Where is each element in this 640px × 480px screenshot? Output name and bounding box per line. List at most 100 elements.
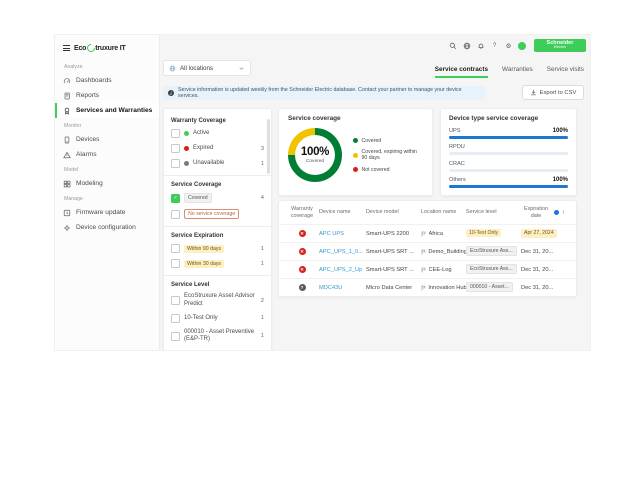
bar-percent: 100% xyxy=(553,177,568,183)
device-name-link[interactable]: APC_UPS_1_0... xyxy=(319,249,366,255)
warranty-expired-icon: ✕ xyxy=(299,230,306,237)
filter-option-expired[interactable]: Expired 3 xyxy=(171,144,264,153)
device-name-link[interactable]: MDC43U xyxy=(319,285,366,291)
legend-label: Covered xyxy=(362,138,382,144)
table-row[interactable]: ? MDC43U Micro Data Center Innovation Hu… xyxy=(279,278,576,296)
location-icon xyxy=(421,267,426,273)
sidebar-item-device-configuration[interactable]: Device configuration xyxy=(55,220,159,235)
modeling-grid-icon xyxy=(63,180,71,188)
filter-option-no-service-coverage[interactable]: No service coverage xyxy=(171,209,264,219)
sidebar-item-services-and-warranties[interactable]: Services and Warranties xyxy=(55,103,159,118)
help-icon[interactable]: ? xyxy=(490,41,499,50)
filter-title-service-coverage: Service Coverage xyxy=(171,182,264,188)
checkbox[interactable] xyxy=(171,314,180,323)
service-level-badge: EcoStruxure Ass... xyxy=(466,264,517,274)
column-header-service-level[interactable]: Service level xyxy=(466,209,521,215)
sort-ascending-icon[interactable]: ↑ xyxy=(562,209,565,216)
notifications-bell-icon[interactable] xyxy=(476,41,485,50)
legend-dot-covered xyxy=(353,138,358,143)
bar-row-ups: UPS 100% xyxy=(449,128,568,139)
legend-item-not-covered: Not covered xyxy=(353,167,423,173)
filter-option-within-30-days[interactable]: Within 30 days 1 xyxy=(171,259,264,268)
checkbox-checked[interactable]: ✓ xyxy=(171,194,180,203)
checkbox[interactable] xyxy=(171,332,180,341)
column-header-device-model[interactable]: Device model xyxy=(366,209,421,215)
sidebar-item-firmware-update[interactable]: Firmware update xyxy=(55,205,159,220)
warranty-expired-icon: ✕ xyxy=(299,266,306,273)
sidebar-item-reports[interactable]: Reports xyxy=(55,88,159,103)
column-header-location-name[interactable]: Location name xyxy=(421,209,466,215)
sidebar-item-label: Firmware update xyxy=(76,209,125,216)
divider xyxy=(164,275,271,276)
location-selector[interactable]: All locations xyxy=(163,60,251,76)
expiration-date-label: Expiration date xyxy=(521,206,551,219)
export-to-csv-button[interactable]: Export to CSV xyxy=(522,85,584,100)
legend-label: Not covered xyxy=(362,167,390,173)
checkbox[interactable] xyxy=(171,159,180,168)
tab-service-contracts[interactable]: Service contracts xyxy=(435,66,488,78)
donut-center-label: 100% Covered xyxy=(288,128,342,182)
filter-title-service-level: Service Level xyxy=(171,282,264,288)
bar-track xyxy=(449,152,568,155)
sidebar-section-model: Model xyxy=(55,162,159,176)
covered-badge: Covered xyxy=(184,193,212,203)
table-row[interactable]: ✕ APC_UPS_1_0... Smart-UPS SRT ... Demo_… xyxy=(279,242,576,260)
checkbox[interactable] xyxy=(171,296,180,305)
checkbox[interactable] xyxy=(171,244,180,253)
checkbox[interactable] xyxy=(171,210,180,219)
filter-option-count: 3 xyxy=(261,146,264,152)
filter-option-asset-preventive[interactable]: 000010 - Asset Preventive (E&P-TR) 1 xyxy=(171,329,264,343)
settings-gear-icon[interactable]: ⚙ xyxy=(504,41,513,50)
legend-label: Covered, expiring within 90 days xyxy=(362,149,424,161)
sidebar-item-alarms[interactable]: Alarms xyxy=(55,147,159,162)
column-header-expiration-date[interactable]: Expiration date ↑ xyxy=(521,206,570,219)
checkbox[interactable] xyxy=(171,129,180,138)
search-icon[interactable] xyxy=(448,41,457,50)
device-model-cell: Smart-UPS 2200 xyxy=(366,231,421,237)
filter-option-asset-advisor-predict[interactable]: EcoStruxure Asset Advisor Predict 2 xyxy=(171,293,264,307)
info-icon: i xyxy=(168,90,174,96)
report-document-icon xyxy=(63,92,71,100)
table-row[interactable]: ✕ APC_UPS_2_Up Smart-UPS SRT ... CEE-Log… xyxy=(279,260,576,278)
filter-option-10-test-only[interactable]: 10-Test Only 1 xyxy=(171,314,264,323)
location-cell: CEE-Log xyxy=(421,267,466,273)
filter-option-covered[interactable]: ✓ Covered 4 xyxy=(171,193,264,203)
schneider-electric-logo: Schneider Electric xyxy=(534,39,586,52)
sidebar-section-monitor: Monitor xyxy=(55,118,159,132)
table-row[interactable]: ✕ APC UPS Smart-UPS 2200 Africa 10-Test … xyxy=(279,224,576,242)
table-header: Warranty coverage Device name Device mod… xyxy=(279,201,576,224)
device-name-link[interactable]: APC_UPS_2_Up xyxy=(319,267,366,273)
warranty-unavailable-icon: ? xyxy=(299,284,306,291)
device-name-link[interactable]: APC UPS xyxy=(319,231,366,237)
filter-option-count: 2 xyxy=(261,298,264,304)
sidebar-item-dashboards[interactable]: Dashboards xyxy=(55,73,159,88)
topbar-icons: ? ⚙ Schneider Electric xyxy=(448,39,586,52)
schneider-logo-line2: Electric xyxy=(554,46,566,50)
user-avatar[interactable] xyxy=(518,42,526,50)
service-level-badge: EcoStruxure Ass... xyxy=(466,246,517,256)
sidebar-item-devices[interactable]: Devices xyxy=(55,132,159,147)
filter-active-icon[interactable] xyxy=(554,210,560,216)
filter-option-within-90-days[interactable]: Within 90 days 1 xyxy=(171,244,264,253)
filter-option-label: Active xyxy=(193,130,209,137)
column-header-warranty-coverage[interactable]: Warranty coverage xyxy=(285,206,319,219)
sidebar-item-modeling[interactable]: Modeling xyxy=(55,176,159,191)
tab-warranties[interactable]: Warranties xyxy=(502,66,533,78)
filter-panel-scrollbar[interactable] xyxy=(267,119,270,174)
globe-icon[interactable] xyxy=(462,41,471,50)
filter-option-active[interactable]: Active xyxy=(171,129,264,138)
tab-bar: Service contracts Warranties Service vis… xyxy=(435,66,584,78)
device-type-coverage-card: Device type service coverage UPS 100% RP… xyxy=(440,108,577,196)
filter-title-warranty-coverage: Warranty Coverage xyxy=(171,118,264,124)
filter-option-unavailable[interactable]: Unavailable 1 xyxy=(171,159,264,168)
filter-option-count: 1 xyxy=(261,315,264,321)
hamburger-menu-icon[interactable] xyxy=(63,45,70,51)
service-coverage-card: Service coverage 100% Covered Covered xyxy=(278,108,433,196)
column-header-device-name[interactable]: Device name xyxy=(319,209,366,215)
tab-service-visits[interactable]: Service visits xyxy=(547,66,584,78)
checkbox[interactable] xyxy=(171,259,180,268)
expiration-date-cell: Dec 31, 20... xyxy=(521,267,570,273)
checkbox[interactable] xyxy=(171,144,180,153)
filter-option-label: 000010 - Asset Preventive (E&P-TR) xyxy=(184,329,257,343)
bar-row-others: Others 100% xyxy=(449,177,568,188)
